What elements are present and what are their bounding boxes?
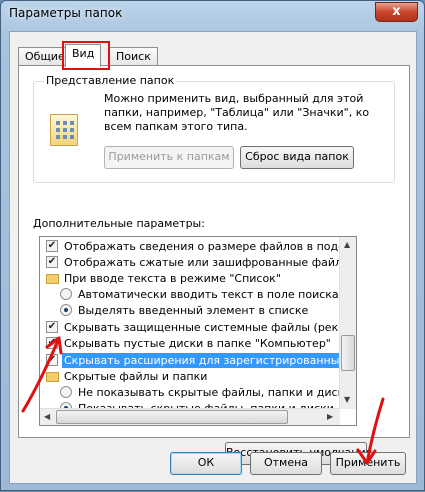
advanced-settings-label: Дополнительные параметры: xyxy=(33,217,205,230)
tab-general[interactable]: Общие xyxy=(18,47,72,66)
cancel-button[interactable]: Отмена xyxy=(250,452,322,475)
folder-view-description: Можно применить вид, выбранный для этой … xyxy=(104,92,370,133)
checkbox[interactable]: ✔ xyxy=(46,240,58,252)
folder-options-window: Параметры папок x Общие Вид Поиск Предст… xyxy=(0,0,425,491)
horizontal-scroll-thumb[interactable] xyxy=(56,410,288,424)
scroll-down-icon[interactable]: ▼ xyxy=(344,395,350,404)
apply-button[interactable]: Применить xyxy=(330,452,406,475)
advanced-settings-list[interactable]: ✔ Отображать сведения о размере файлов в… xyxy=(39,236,357,426)
vertical-scrollbar[interactable]: ▲ ▼ xyxy=(339,237,356,409)
reset-folders-button[interactable]: Сброс вида папок xyxy=(240,146,354,169)
checkbox[interactable]: ✔ xyxy=(46,321,58,333)
folder-icon xyxy=(46,274,59,284)
scroll-left-icon[interactable]: ◀ xyxy=(44,412,50,421)
tab-view[interactable]: Вид xyxy=(65,44,102,67)
checkbox[interactable]: ✔ xyxy=(46,354,58,366)
checkbox[interactable]: ✔ xyxy=(46,256,58,268)
ok-button[interactable]: ОК xyxy=(170,452,242,475)
radio-button[interactable] xyxy=(60,386,72,398)
scroll-right-icon[interactable]: ▶ xyxy=(327,412,333,421)
folder-view-title: Представление папок xyxy=(44,74,177,87)
dialog-client-area: Общие Вид Поиск Представление папок Можн… xyxy=(9,31,417,484)
folder-icon xyxy=(46,372,59,382)
window-title: Параметры папок xyxy=(9,6,123,20)
folder-view-group: Представление папок Можно применить вид,… xyxy=(33,74,395,183)
close-button[interactable]: x xyxy=(375,2,418,22)
apply-to-folders-button[interactable]: Применить к папкам xyxy=(104,146,234,169)
horizontal-scrollbar[interactable]: ◀ ▶ xyxy=(40,408,340,425)
radio-button[interactable] xyxy=(60,288,72,300)
checkbox[interactable]: ✔ xyxy=(46,337,58,349)
vertical-scroll-thumb[interactable] xyxy=(341,335,355,371)
radio-button[interactable] xyxy=(60,304,72,316)
view-tab-panel: Представление папок Можно применить вид,… xyxy=(18,65,410,465)
scroll-up-icon[interactable]: ▲ xyxy=(344,240,350,249)
tab-search[interactable]: Поиск xyxy=(109,47,158,66)
folder-view-icon xyxy=(50,114,78,146)
